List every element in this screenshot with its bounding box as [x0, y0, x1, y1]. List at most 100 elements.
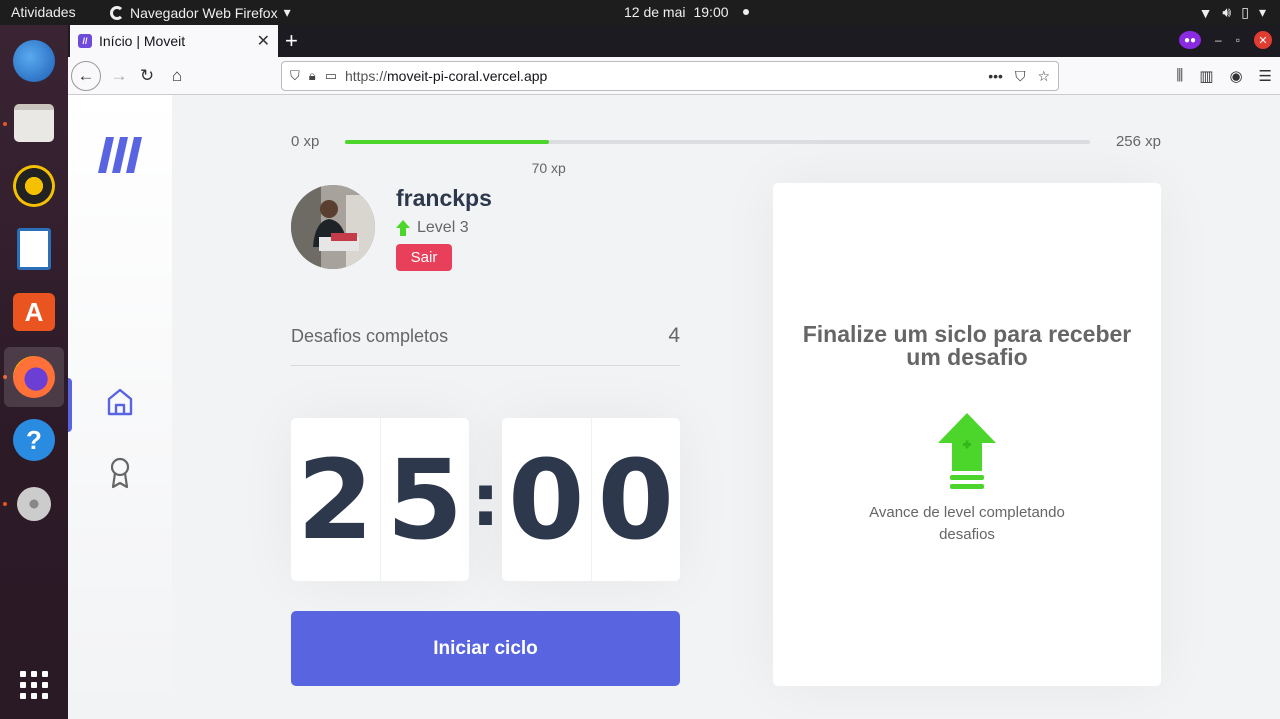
url-bar[interactable]: ⛉ 🔒︎ ▭ https://moveit-pi-coral.vercel.ap… — [281, 61, 1059, 91]
show-apps-button[interactable] — [4, 655, 64, 715]
notification-dot-icon — [742, 9, 749, 15]
navigation-toolbar: ← → ↻ ⌂ ⛉ 🔒︎ ▭ https://moveit-pi-coral.v… — [68, 57, 1280, 95]
firefox-small-icon — [110, 5, 124, 20]
library-icon[interactable]: ⫼ — [1176, 67, 1183, 85]
completed-challenges-count: 4 — [668, 324, 680, 347]
xp-min-label: 0 xp — [291, 133, 320, 150]
close-window-button[interactable]: ✕ — [1254, 31, 1272, 49]
writer-icon — [17, 228, 51, 270]
countdown-separator: : — [471, 457, 500, 542]
back-button[interactable]: ← — [71, 61, 101, 91]
volume-icon: 🔊︎ — [1222, 4, 1232, 20]
dock-thunderbird[interactable] — [4, 31, 64, 91]
dock-writer[interactable] — [4, 219, 64, 279]
system-tray[interactable]: ▼ 🔊︎ ▯ ▾ — [1199, 4, 1266, 21]
profile-name: franckps — [396, 185, 492, 211]
experience-bar: 0 xp 70 xp 256 xp — [291, 132, 1161, 176]
completed-challenges: Desafios completos 4 — [291, 324, 680, 366]
caret-down-icon: ▾ — [283, 4, 291, 20]
system-top-bar: Atividades Navegador Web Firefox ▾ 12 de… — [0, 0, 1280, 25]
app-menu-label: Navegador Web Firefox — [130, 4, 278, 21]
home-icon[interactable] — [106, 387, 134, 417]
level-up-arrow-icon — [396, 220, 410, 236]
new-tab-button[interactable]: + — [285, 28, 298, 54]
dock-help[interactable]: ? — [4, 410, 64, 470]
tab-title: Início | Moveit — [99, 33, 186, 49]
logout-button[interactable]: Sair — [396, 244, 452, 271]
completed-challenges-label: Desafios completos — [291, 326, 449, 346]
challenge-box: Finalize um siclo para receber um desafi… — [773, 183, 1161, 686]
home-button[interactable]: ⌂ — [163, 62, 191, 90]
pocket-icon[interactable]: ⛉ — [1015, 68, 1026, 85]
level-label: Level 3 — [417, 219, 469, 236]
toolbar-right: ⫼ ▥ ◉ ☰ — [1176, 67, 1272, 85]
moveit-favicon-icon: // — [78, 34, 92, 48]
tab-moveit[interactable]: // Início | Moveit ✕ — [70, 25, 278, 57]
avatar — [291, 185, 375, 269]
start-cycle-button[interactable]: Iniciar ciclo — [291, 611, 680, 686]
xp-current-label: 70 xp — [531, 160, 566, 176]
countdown: 2 5 : 0 0 — [291, 418, 680, 581]
dock: A ? — [0, 25, 68, 719]
seconds-tens: 0 — [507, 435, 585, 564]
xp-fill — [345, 140, 549, 144]
side-navigation — [68, 95, 172, 719]
menu-icon[interactable]: ☰ — [1259, 67, 1272, 85]
moveit-logo-icon — [98, 137, 142, 173]
app-grid-icon — [20, 671, 48, 699]
clock-time: 19:00 — [693, 4, 729, 20]
dock-files[interactable] — [4, 93, 64, 153]
wifi-icon: ▼ — [1198, 4, 1213, 21]
activities-button[interactable]: Atividades — [11, 4, 76, 20]
app-menu[interactable]: Navegador Web Firefox ▾ — [110, 4, 291, 21]
window-controls: ●● – ▫ ✕ — [1179, 31, 1272, 49]
minutes-tens: 2 — [296, 435, 374, 564]
reload-button[interactable]: ↻ — [133, 62, 161, 90]
dock-rhythmbox[interactable] — [4, 156, 64, 216]
page-actions-icon[interactable]: ••• — [988, 68, 1003, 85]
avatar-photo — [291, 185, 375, 269]
account-icon[interactable]: ◉ — [1229, 67, 1242, 85]
restore-button[interactable]: ▫ — [1236, 33, 1240, 47]
level-up-icon — [938, 413, 996, 489]
url-host: moveit-pi-coral.vercel.app — [387, 68, 548, 84]
reader-view-icon[interactable]: ▭ — [325, 68, 337, 84]
minimize-button[interactable]: – — [1215, 33, 1222, 47]
firefox-window: // Início | Moveit ✕ + ●● – ▫ ✕ ← → ↻ ⌂ … — [68, 25, 1280, 719]
tab-strip: // Início | Moveit ✕ + ●● – ▫ ✕ — [68, 25, 1280, 57]
minutes-display: 2 5 — [291, 418, 469, 581]
disc-icon — [17, 487, 51, 521]
forward-button[interactable]: → — [105, 62, 133, 90]
clock[interactable]: 12 de mai 19:00 — [624, 4, 749, 20]
xp-max-label: 256 xp — [1115, 133, 1161, 150]
dock-software[interactable]: A — [4, 282, 64, 342]
lock-icon[interactable]: 🔒︎ — [309, 68, 316, 84]
clock-date: 12 de mai — [624, 4, 686, 20]
tracking-shield-icon[interactable]: ⛉ — [290, 68, 300, 84]
active-nav-indicator — [68, 378, 72, 432]
challenge-hint: Avance de level completando desafios — [869, 504, 1065, 543]
rhythmbox-icon — [13, 165, 55, 207]
seconds-ones: 0 — [590, 418, 681, 581]
minutes-ones: 5 — [379, 418, 470, 581]
private-browsing-mask-icon: ●● — [1179, 31, 1202, 49]
bookmark-star-icon[interactable]: ☆ — [1037, 68, 1050, 85]
sidebar-icon[interactable]: ▥ — [1199, 67, 1213, 85]
files-icon — [14, 104, 54, 142]
close-tab-icon[interactable]: ✕ — [257, 31, 270, 51]
help-icon: ? — [13, 419, 55, 461]
xp-track: 70 xp — [345, 140, 1090, 176]
challenge-title: Finalize um siclo para receber um desafi… — [802, 321, 1132, 370]
profile-level: Level 3 — [396, 219, 469, 237]
thunderbird-icon — [13, 40, 55, 82]
moveit-page: 0 xp 70 xp 256 xp franckps Level 3 Sair … — [68, 95, 1280, 719]
award-icon[interactable] — [108, 457, 132, 489]
dock-firefox[interactable] — [4, 347, 64, 407]
url-scheme: https:// — [344, 68, 388, 84]
tray-menu-icon: ▾ — [1258, 4, 1266, 20]
seconds-display: 0 0 — [502, 418, 680, 581]
software-icon: A — [13, 293, 55, 331]
firefox-icon — [13, 356, 55, 398]
battery-icon: ▯ — [1241, 4, 1249, 20]
dock-disc[interactable] — [4, 474, 64, 534]
